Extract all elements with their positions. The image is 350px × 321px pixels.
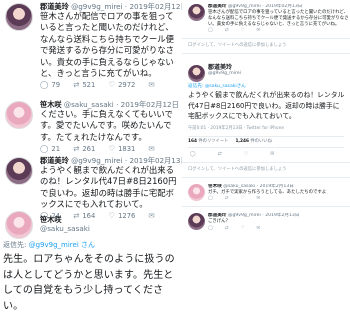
handle[interactable]: @saku_sasaki xyxy=(40,224,90,233)
tweet[interactable]: 笹木咲 @saku_sasaki · 2019年02月12日 ください。手に負え… xyxy=(0,100,182,154)
display-name[interactable]: 郡道美玲 xyxy=(40,156,69,165)
share-icon[interactable]: ✉ xyxy=(257,226,261,231)
tweet-text: ようやく観まで飲んだくれが出来るのね！レンタル代47日#8日2160円で良いわ。… xyxy=(40,165,177,210)
avatar[interactable] xyxy=(188,4,205,21)
right-panel: 郡道美玲 @g9v9g_mirei · 2019年02月13日 笹木さんが配信で… xyxy=(182,0,350,321)
handle[interactable]: @g9v9g_mirei xyxy=(228,4,261,9)
tweet-text: ようやく観まで飲んだくれが出来るのね！レンタル代47日#8日2160円で良いわ。… xyxy=(188,91,345,121)
tweet-date[interactable]: 2019年2月13日 xyxy=(260,184,294,189)
reply-login-prompt[interactable]: ログインして、ツイートへの返信に参加しましょう xyxy=(182,43,350,49)
handle[interactable]: @g9v9g_mirei xyxy=(71,156,123,165)
share-button[interactable]: ✉ xyxy=(148,145,154,153)
heart-icon: ♡ xyxy=(108,80,116,90)
tweet-date[interactable]: 2019年02月13日 xyxy=(265,4,302,9)
share-icon[interactable]: ✉ xyxy=(257,196,261,201)
heart-icon[interactable]: ♡ xyxy=(241,226,245,231)
tweet-actions: ◯ ⇄ ♡ ✉ xyxy=(208,27,350,34)
share-icon[interactable]: ✉ xyxy=(257,28,261,33)
tweet-actions: ◯ ⇄ ♡ ✉ xyxy=(208,225,350,232)
tweet-text: 笹木さんが配信でロアの事を狙っていると言ったと聞いたのだけれど、なんなら送料こち… xyxy=(40,11,174,79)
retweet-button[interactable]: ⇄ 521 xyxy=(73,81,95,89)
retweet-icon[interactable]: ⇄ xyxy=(225,28,229,33)
tweet-actions: ◯ ⇄ ♡ ✉ xyxy=(182,150,350,158)
share-icon: ✉ xyxy=(148,143,155,153)
tweet-header: 笹木咲 xyxy=(40,211,182,224)
tweet-header-handle: @saku_sasaki xyxy=(40,224,182,233)
tweet[interactable]: 笹木咲 @saku_sasaki · 2019年2月13日 ガチ。ガチで実家から… xyxy=(182,182,350,203)
share-icon: ✉ xyxy=(148,80,155,90)
tweet-header: 笹木咲 @saku_sasaki · 2019年02月12日 xyxy=(40,100,179,109)
reply-icon: ◯ xyxy=(40,143,49,153)
replying-to: 返信先: @g9v9g_mirei さん xyxy=(3,241,95,249)
main-tweet: 郡道美玲 @g9v9g_mirei 返信先: @saku_sasakiさん よう… xyxy=(182,58,350,157)
retweet-button[interactable]: ⇄ 261 xyxy=(73,145,95,153)
tweet[interactable]: 郡道美玲 @g9v9g_mirei · 2019年02月13日 笹木さんが配信で… xyxy=(182,0,350,34)
heart-icon[interactable]: ♡ xyxy=(241,196,245,201)
retweet-icon[interactable]: ⇄ xyxy=(218,151,222,157)
reply-icon: ◯ xyxy=(40,80,49,90)
tweet-header: 郡道美玲 @g9v9g_mirei · 2019年02月12日 xyxy=(40,2,182,11)
tweet-text: 笹木さんが配信でロアの事を狙っていると言ったと聞いたのだけれど、なんなら送料こち… xyxy=(208,10,349,27)
tweet-header: 郡道美玲 @g9v9g_mirei · 2019年02月13日 xyxy=(40,156,182,165)
reply-icon[interactable]: ◯ xyxy=(208,226,213,231)
display-name[interactable]: 笹木咲 xyxy=(208,184,222,189)
tweet-date[interactable]: 2019年02月12日 xyxy=(129,2,182,11)
replying-to-link[interactable]: @saku_sasakiさん xyxy=(205,84,246,89)
handle[interactable]: @g9v9g_mirei xyxy=(228,213,261,218)
display-name[interactable]: 郡道美玲 xyxy=(40,2,69,11)
avatar[interactable] xyxy=(5,3,33,31)
handle[interactable]: @g9v9g_mirei xyxy=(71,2,123,11)
share-icon[interactable]: ✉ xyxy=(270,151,274,157)
tweet-actions: ◯ 21 ⇄ 261 ♡ 1831 ✉ xyxy=(40,143,182,154)
tweet[interactable]: 郡道美玲 @g9v9g_mirei · 2019年02月12日 笹木さんが配信で… xyxy=(0,2,182,90)
tweet-timestamp[interactable]: 午前0:01 · 2019年2月13日 · Twitter for iPhone xyxy=(182,122,350,134)
display-name[interactable]: 笹木咲 xyxy=(40,215,62,224)
reply-button[interactable]: ◯ 79 xyxy=(40,81,60,89)
retweet-count[interactable]: 164 件のリツイート xyxy=(188,139,228,145)
expanded-tweet: 笹木咲 @saku_sasaki 返信先: @g9v9g_mirei さん 先生… xyxy=(0,211,182,314)
replying-to-link[interactable]: @g9v9g_mirei さん xyxy=(29,241,95,249)
reply-login-prompt[interactable]: ログインして、ツイートへの返信に参加しましょう xyxy=(182,167,350,173)
heart-icon[interactable]: ♡ xyxy=(241,28,245,33)
tweet[interactable]: 郡道美玲 @g9v9g_mirei · 2019年2月13日 ごきげん？ ◯ ⇄… xyxy=(182,211,350,232)
like-button[interactable]: ♡ 2972 xyxy=(108,81,135,89)
retweet-icon: ⇄ xyxy=(73,80,80,90)
avatar[interactable] xyxy=(5,157,33,185)
handle[interactable]: @saku_sasaki xyxy=(223,184,255,189)
avatar[interactable] xyxy=(188,183,205,201)
tweet-date[interactable]: 2019年2月13日 xyxy=(265,213,299,218)
tweet-actions: ◯ ⇄ ♡ ✉ xyxy=(208,195,350,202)
handle[interactable]: @g9v9g_mirei xyxy=(208,71,350,77)
reply-icon[interactable]: ◯ xyxy=(208,196,213,201)
tweet-text: ください。手に負えなくてもいいです。愛でたいんです。咲めたいんです。たてぇれたけ… xyxy=(40,109,173,142)
share-button[interactable]: ✉ xyxy=(148,81,154,89)
avatar[interactable] xyxy=(188,213,205,231)
tweet-date[interactable]: 2019年02月12日 xyxy=(121,100,179,109)
like-count[interactable]: 1,246 件のいいね xyxy=(235,139,271,145)
handle[interactable]: @saku_sasaki xyxy=(64,100,114,109)
tweet-text: 先生。ロアちゃんをそのように扱うのは人としてどうかと思います。先生としての自覚を… xyxy=(3,254,175,312)
display-name[interactable]: 郡道美玲 xyxy=(208,4,226,9)
retweet-icon[interactable]: ⇄ xyxy=(225,196,229,201)
reply-icon[interactable]: ◯ xyxy=(208,28,213,33)
display-name[interactable]: 笹木咲 xyxy=(40,100,62,109)
reply-button[interactable]: ◯ 21 xyxy=(40,145,60,153)
retweet-icon: ⇄ xyxy=(73,143,80,153)
like-button[interactable]: ♡ 1831 xyxy=(108,145,135,153)
heart-icon[interactable]: ♡ xyxy=(244,151,248,157)
tweet-date[interactable]: 2019年02月13日 xyxy=(129,156,182,165)
reply-icon[interactable]: ◯ xyxy=(190,151,196,157)
retweet-icon[interactable]: ⇄ xyxy=(225,226,229,231)
tweet-actions: ◯ 79 ⇄ 521 ♡ 2972 ✉ xyxy=(40,79,182,90)
avatar[interactable] xyxy=(5,101,33,129)
tweet-stats: 164 件のリツイート 1,246 件のいいね xyxy=(182,139,350,145)
heart-icon: ♡ xyxy=(108,143,116,153)
left-panel: 郡道美玲 @g9v9g_mirei · 2019年02月12日 笹木さんが配信で… xyxy=(0,0,182,321)
display-name[interactable]: 郡道美玲 xyxy=(208,213,226,218)
avatar[interactable] xyxy=(5,211,33,239)
